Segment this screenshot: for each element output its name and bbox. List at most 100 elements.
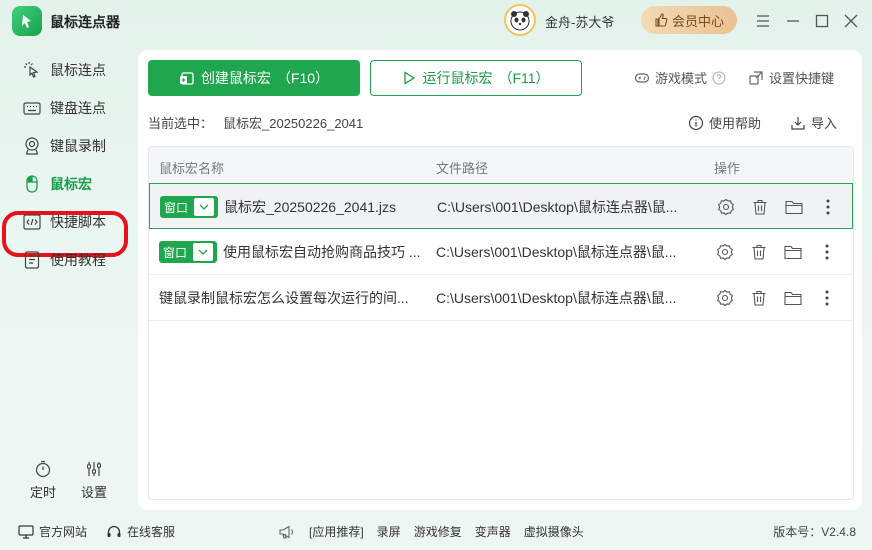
sidebar-item-keyboard-click[interactable]: 键盘连点 xyxy=(22,93,106,123)
settings-label: 设置 xyxy=(81,485,108,500)
maximize-icon[interactable] xyxy=(811,10,833,32)
sidebar-item-label: 使用教程 xyxy=(50,252,106,268)
gear-icon[interactable] xyxy=(715,242,735,262)
sidebar-item-label: 鼠标宏 xyxy=(50,176,92,192)
minimize-icon[interactable] xyxy=(782,10,804,32)
folder-icon[interactable] xyxy=(784,197,804,217)
create-macro-button[interactable]: 创建鼠标宏 （F10） xyxy=(148,60,360,96)
game-mode-toggle[interactable]: 游戏模式 xyxy=(634,68,726,87)
window-mode-label: 窗口 xyxy=(163,245,188,260)
headset-icon xyxy=(107,525,121,537)
macro-name: 键鼠录制鼠标宏怎么设置每次运行的间... xyxy=(159,290,409,306)
sidebar-item-quick-script[interactable]: 快捷脚本 xyxy=(22,207,106,237)
column-header-path: 文件路径 xyxy=(436,161,489,176)
more-icon[interactable] xyxy=(817,242,837,262)
gear-icon[interactable] xyxy=(716,197,736,217)
window-mode-dropdown[interactable]: 窗口 xyxy=(160,196,219,218)
settings-button[interactable]: 设置 xyxy=(81,460,107,501)
set-shortcut-label: 设置快捷键 xyxy=(769,71,835,86)
window-mode-label: 窗口 xyxy=(164,200,189,215)
add-macro-icon xyxy=(179,72,194,85)
sidebar-item-mouse-click[interactable]: 鼠标连点 xyxy=(22,55,106,85)
run-macro-button[interactable]: 运行鼠标宏 （F11） xyxy=(370,60,582,96)
chevron-down-icon xyxy=(194,198,215,216)
row-actions xyxy=(715,275,837,321)
trash-icon[interactable] xyxy=(749,242,769,262)
gear-icon[interactable] xyxy=(715,288,735,308)
current-selection: 当前选中： 鼠标宏_20250226_2041 xyxy=(148,113,363,132)
import-button[interactable]: 导入 xyxy=(790,113,837,132)
trash-icon[interactable] xyxy=(749,288,769,308)
table-row[interactable]: 窗口 鼠标宏_20250226_2041.jzs C:\Users\001\De… xyxy=(149,183,853,229)
settings-sliders-icon xyxy=(87,462,101,476)
sidebar-item-label: 快捷脚本 xyxy=(50,214,106,230)
table-row[interactable]: 窗口 使用鼠标宏自动抢购商品技巧 ... C:\Users\001\Deskto… xyxy=(149,229,853,275)
macro-name: 使用鼠标宏自动抢购商品技巧 ... xyxy=(223,244,421,260)
macro-path: C:\Users\001\Desktop\鼠标连点器\鼠... xyxy=(437,199,678,215)
promo-link-voice-changer[interactable]: 变声器 xyxy=(475,523,511,540)
sidebar-item-label: 鼠标连点 xyxy=(50,62,106,78)
online-service-label: 在线客服 xyxy=(127,525,176,539)
row-actions xyxy=(715,229,837,275)
user-avatar[interactable] xyxy=(504,4,536,36)
help-circle-icon[interactable] xyxy=(712,71,726,85)
more-icon[interactable] xyxy=(818,197,838,217)
version-label: 版本号：V2.4.8 xyxy=(773,525,856,539)
keyboard-icon xyxy=(23,102,41,115)
promo-link-virtual-camera[interactable]: 虚拟摄像头 xyxy=(524,523,584,540)
app-title: 鼠标连点器 xyxy=(50,14,120,30)
promo-label: [应用推荐] xyxy=(309,525,364,539)
record-icon xyxy=(25,137,39,155)
window-mode-dropdown[interactable]: 窗口 xyxy=(159,241,218,263)
column-header-actions: 操作 xyxy=(714,161,741,176)
usage-help-label: 使用帮助 xyxy=(709,116,762,131)
sidebar-item-record[interactable]: 键鼠录制 xyxy=(22,131,106,161)
shortcut-icon xyxy=(749,70,763,85)
script-icon xyxy=(23,214,41,230)
folder-icon[interactable] xyxy=(783,242,803,262)
run-macro-hotkey: （F11） xyxy=(498,70,550,86)
user-name[interactable]: 金舟-苏大爷 xyxy=(545,12,614,31)
title-bar: 鼠标连点器 金舟-苏大爷 会员中心 xyxy=(0,0,872,44)
macro-name-cell: 键鼠录制鼠标宏怎么设置每次运行的间... xyxy=(159,275,409,321)
app-logo xyxy=(12,6,42,36)
trash-icon[interactable] xyxy=(750,197,770,217)
chevron-down-icon xyxy=(193,243,214,261)
folder-icon[interactable] xyxy=(783,288,803,308)
macro-name-cell: 窗口 使用鼠标宏自动抢购商品技巧 ... xyxy=(159,229,421,275)
tutorial-icon xyxy=(24,251,40,269)
macro-name-cell: 窗口 鼠标宏_20250226_2041.jzs xyxy=(160,184,396,230)
promo-link-game-repair[interactable]: 游戏修复 xyxy=(414,523,462,540)
promo-link-screen-record[interactable]: 录屏 xyxy=(377,523,401,540)
timer-button[interactable]: 定时 xyxy=(30,460,56,501)
gamepad-icon xyxy=(634,72,650,83)
column-header-name: 鼠标宏名称 xyxy=(159,161,225,176)
more-icon[interactable] xyxy=(817,288,837,308)
sidebar-item-mouse-macro[interactable]: 鼠标宏 xyxy=(22,169,92,199)
macro-table: 鼠标宏名称 文件路径 操作 窗口 鼠标宏_20250226_2041.jzs C… xyxy=(148,146,854,500)
play-icon xyxy=(404,71,416,85)
run-macro-label: 运行鼠标宏 xyxy=(422,70,493,86)
vip-center-label: 会员中心 xyxy=(671,13,724,29)
mouse-icon xyxy=(26,175,38,193)
timer-icon xyxy=(35,460,51,478)
official-website-link[interactable]: 官方网站 xyxy=(18,523,87,540)
current-selection-prefix: 当前选中： xyxy=(148,116,214,131)
table-header: 鼠标宏名称 文件路径 操作 xyxy=(149,147,853,183)
create-macro-hotkey: （F10） xyxy=(276,70,330,86)
macro-path: C:\Users\001\Desktop\鼠标连点器\鼠... xyxy=(436,244,677,260)
promo-bar: [应用推荐] 录屏 游戏修复 变声器 虚拟摄像头 xyxy=(278,523,584,540)
macro-path: C:\Users\001\Desktop\鼠标连点器\鼠... xyxy=(436,290,677,306)
game-mode-label: 游戏模式 xyxy=(655,71,708,86)
table-row[interactable]: 键鼠录制鼠标宏怎么设置每次运行的间... C:\Users\001\Deskto… xyxy=(149,275,853,321)
current-selection-value: 鼠标宏_20250226_2041 xyxy=(223,116,364,131)
vip-center-button[interactable]: 会员中心 xyxy=(641,6,737,34)
menu-icon[interactable] xyxy=(752,10,774,32)
usage-help-link[interactable]: 使用帮助 xyxy=(688,113,761,132)
row-actions xyxy=(716,184,838,230)
sidebar-item-tutorial[interactable]: 使用教程 xyxy=(22,245,106,275)
online-service-link[interactable]: 在线客服 xyxy=(106,523,175,540)
set-shortcut-button[interactable]: 设置快捷键 xyxy=(748,68,834,87)
close-icon[interactable] xyxy=(840,10,862,32)
info-icon xyxy=(688,115,704,130)
